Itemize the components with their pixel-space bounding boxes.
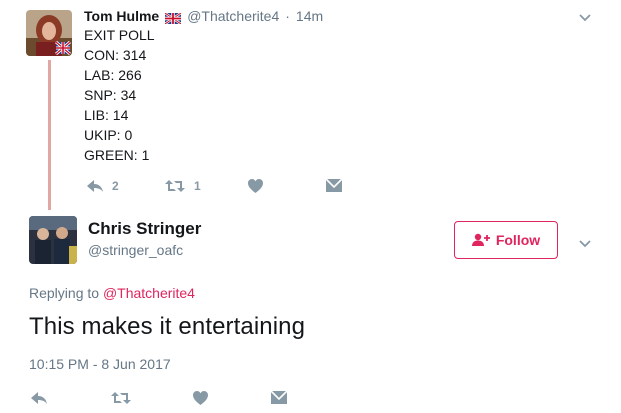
reply-icon bbox=[87, 180, 103, 192]
heart-icon bbox=[248, 179, 263, 193]
reply-author-handle[interactable]: @stringer_oafc bbox=[88, 242, 183, 258]
like-action[interactable] bbox=[247, 178, 264, 194]
envelope-icon bbox=[270, 390, 288, 404]
original-tweet-menu-chevron-icon[interactable] bbox=[578, 10, 592, 28]
retweet-icon bbox=[111, 392, 131, 404]
separator-dot: · bbox=[285, 8, 290, 24]
add-user-icon bbox=[471, 233, 490, 246]
envelope-icon bbox=[325, 178, 343, 192]
direct-message-action[interactable] bbox=[325, 178, 343, 193]
tweet-time-ago[interactable]: 14m bbox=[296, 8, 323, 24]
tom-hulme-avatar[interactable] bbox=[26, 10, 72, 56]
retweet-action[interactable] bbox=[110, 390, 132, 406]
thread-connector-line bbox=[48, 60, 51, 210]
tweet-timestamp[interactable]: 10:15 PM - 8 Jun 2017 bbox=[29, 356, 171, 372]
direct-message-action[interactable] bbox=[270, 390, 288, 405]
follow-button[interactable]: Follow bbox=[454, 221, 558, 259]
reply-action[interactable]: 2 bbox=[86, 178, 119, 194]
tweet-text-line: SNP: 34 bbox=[84, 87, 137, 103]
like-action[interactable] bbox=[192, 390, 209, 406]
tweet-text-line: LIB: 14 bbox=[84, 107, 129, 123]
retweet-count: 1 bbox=[194, 179, 201, 193]
tweet-text-line: EXIT POLL bbox=[84, 27, 155, 43]
heart-icon bbox=[193, 391, 208, 405]
union-jack-flag-icon bbox=[164, 11, 182, 25]
retweet-icon bbox=[165, 180, 185, 192]
reply-action[interactable] bbox=[30, 390, 48, 406]
reply-author-name[interactable]: Chris Stringer bbox=[88, 219, 201, 239]
chris-stringer-avatar[interactable] bbox=[29, 216, 77, 264]
reply-tweet-text: This makes it entertaining bbox=[29, 313, 306, 340]
retweet-action[interactable]: 1 bbox=[164, 178, 201, 194]
original-tweet-text: EXIT POLL CON: 314 LAB: 266 SNP: 34 LIB:… bbox=[84, 25, 155, 165]
tweet-text-line: GREEN: 1 bbox=[84, 147, 150, 163]
original-author-name[interactable]: Tom Hulme bbox=[84, 8, 159, 24]
tweet-text-line: CON: 314 bbox=[84, 47, 147, 63]
tweet-text-line: UKIP: 0 bbox=[84, 127, 133, 143]
reply-count: 2 bbox=[112, 179, 119, 193]
replying-to-handle-link[interactable]: @Thatcherite4 bbox=[103, 285, 195, 301]
replying-to-prefix: Replying to bbox=[29, 285, 100, 301]
original-tweet-header: Tom Hulme @Thatcherite4 · 14m bbox=[84, 8, 323, 25]
replying-to-line: Replying to @Thatcherite4 bbox=[29, 285, 195, 301]
reply-tweet-menu-chevron-icon[interactable] bbox=[578, 236, 592, 254]
follow-button-label: Follow bbox=[495, 232, 541, 248]
reply-icon bbox=[31, 392, 47, 404]
tweet-text-line: LAB: 266 bbox=[84, 67, 142, 83]
original-author-handle[interactable]: @Thatcherite4 bbox=[187, 8, 279, 24]
